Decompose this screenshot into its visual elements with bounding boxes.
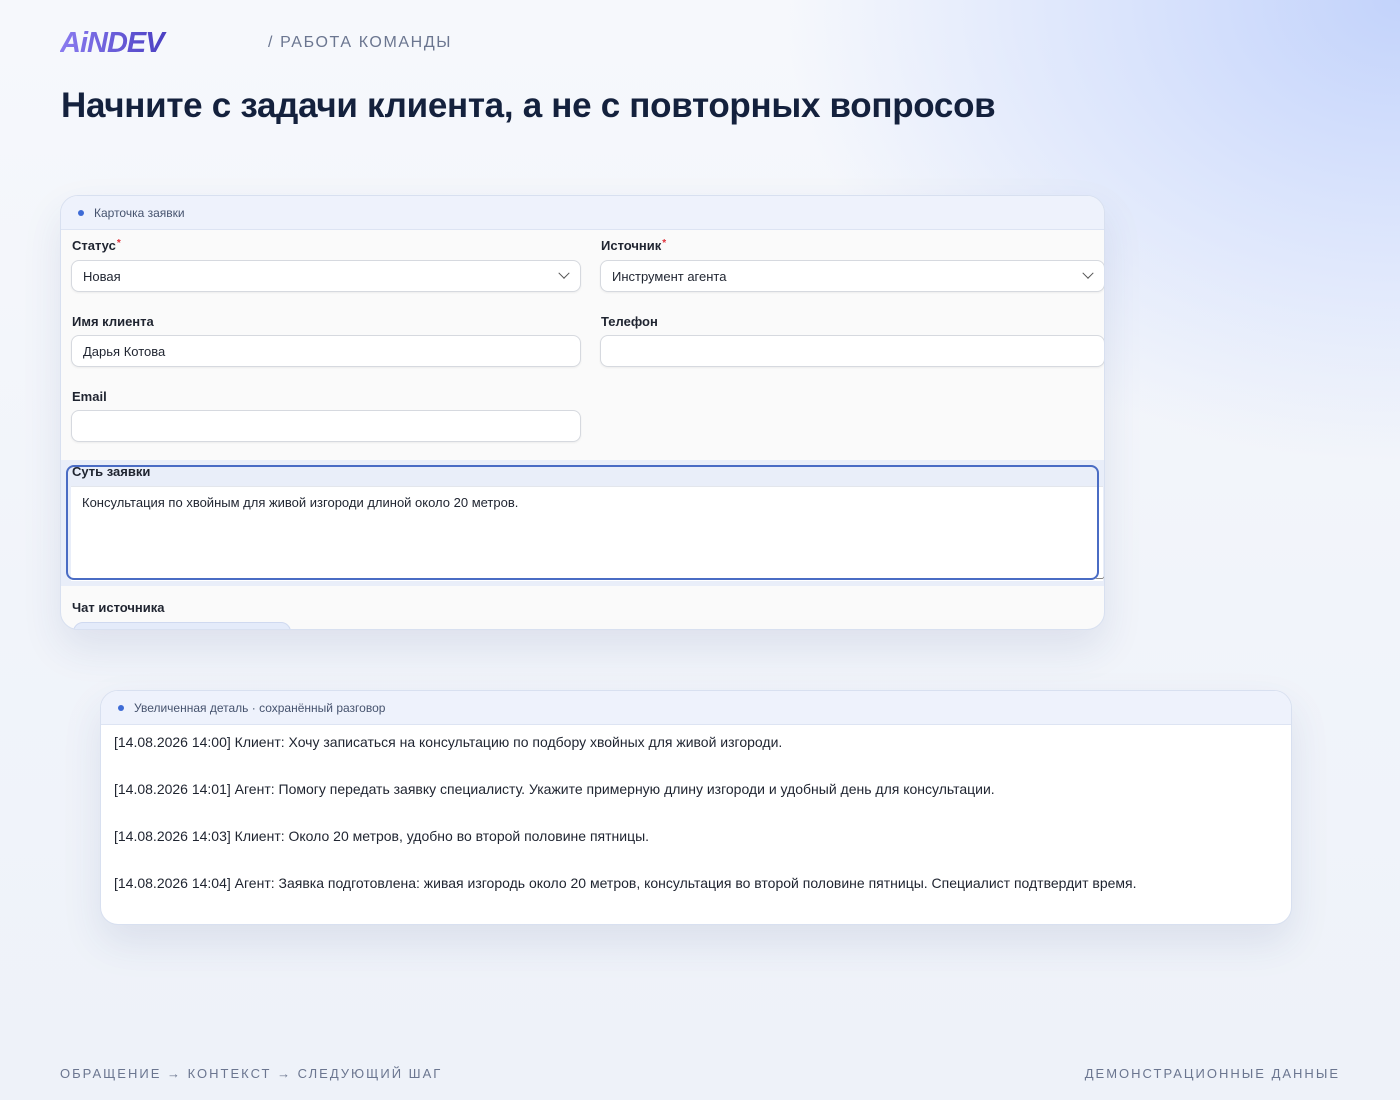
chat-message: [14.08.2026 14:03] Клиент: Около 20 метр… <box>114 828 650 844</box>
chevron-down-icon <box>558 267 570 279</box>
section-label: / РАБОТА КОМАНДЫ <box>268 34 453 51</box>
phone-input[interactable] <box>600 335 1104 367</box>
chat-message: [14.08.2026 14:00] Клиент: Хочу записать… <box>114 734 783 750</box>
status-dot-icon <box>118 704 124 711</box>
chat-message: [14.08.2026 14:04] Агент: Заявка подгото… <box>114 875 1137 891</box>
logo-text: AiNDEV <box>60 29 167 55</box>
required-marker: * <box>662 238 667 249</box>
chat-message: [14.08.2026 14:01] Агент: Помогу передат… <box>114 781 995 797</box>
flow-caption: ОБРАЩЕНИЕ → КОНТЕКСТ → СЛЕДУЮЩИЙ ШАГ <box>60 1066 443 1081</box>
status-label-text: Статус <box>72 238 116 253</box>
page-title: Начните с задачи клиента, а не с повторн… <box>61 86 996 125</box>
request-label: Суть заявки <box>72 464 151 479</box>
email-label: Email <box>72 389 107 404</box>
status-label: Статус* <box>72 238 121 253</box>
client-name-label: Имя клиента <box>72 314 154 329</box>
client-name-value: Дарья Котова <box>83 343 166 359</box>
required-marker: * <box>116 238 121 249</box>
request-value: Консультация по хвойным для живой изгоро… <box>82 495 519 510</box>
source-select[interactable]: Инструмент агента <box>600 260 1104 292</box>
ticket-card-header: Карточка заявки <box>61 196 1104 230</box>
phone-label: Телефон <box>601 314 658 329</box>
chat-card-header: Увеличенная деталь · сохранённый разгово… <box>101 691 1291 725</box>
aindev-logo-icon: AiNDEV <box>60 29 168 55</box>
source-chat-label: Чат источника <box>72 600 165 615</box>
chat-detail-card: Увеличенная деталь · сохранённый разгово… <box>100 690 1292 925</box>
source-value: Инструмент агента <box>612 268 727 284</box>
chevron-down-icon <box>1082 267 1094 279</box>
ticket-card-title: Карточка заявки <box>94 205 185 220</box>
chat-card-title: Увеличенная деталь · сохранённый разгово… <box>134 700 386 715</box>
request-textarea[interactable]: Консультация по хвойным для живой изгоро… <box>71 486 1103 581</box>
client-name-input[interactable]: Дарья Котова <box>71 335 581 367</box>
demo-data-note: ДЕМОНСТРАЦИОННЫЕ ДАННЫЕ <box>1084 1066 1340 1081</box>
status-value: Новая <box>83 268 121 284</box>
source-label: Источник* <box>601 238 666 253</box>
ticket-card: Карточка заявки Статус* Новая Источник* … <box>60 195 1105 630</box>
status-select[interactable]: Новая <box>71 260 581 292</box>
chat-transcript: [14.08.2026 14:00] Клиент: Хочу записать… <box>101 725 1291 924</box>
source-chat-chip[interactable] <box>73 622 291 629</box>
status-dot-icon <box>78 209 84 216</box>
email-input[interactable] <box>71 410 581 442</box>
brand-logo: AiNDEV <box>60 29 242 55</box>
source-label-text: Источник <box>601 238 662 253</box>
